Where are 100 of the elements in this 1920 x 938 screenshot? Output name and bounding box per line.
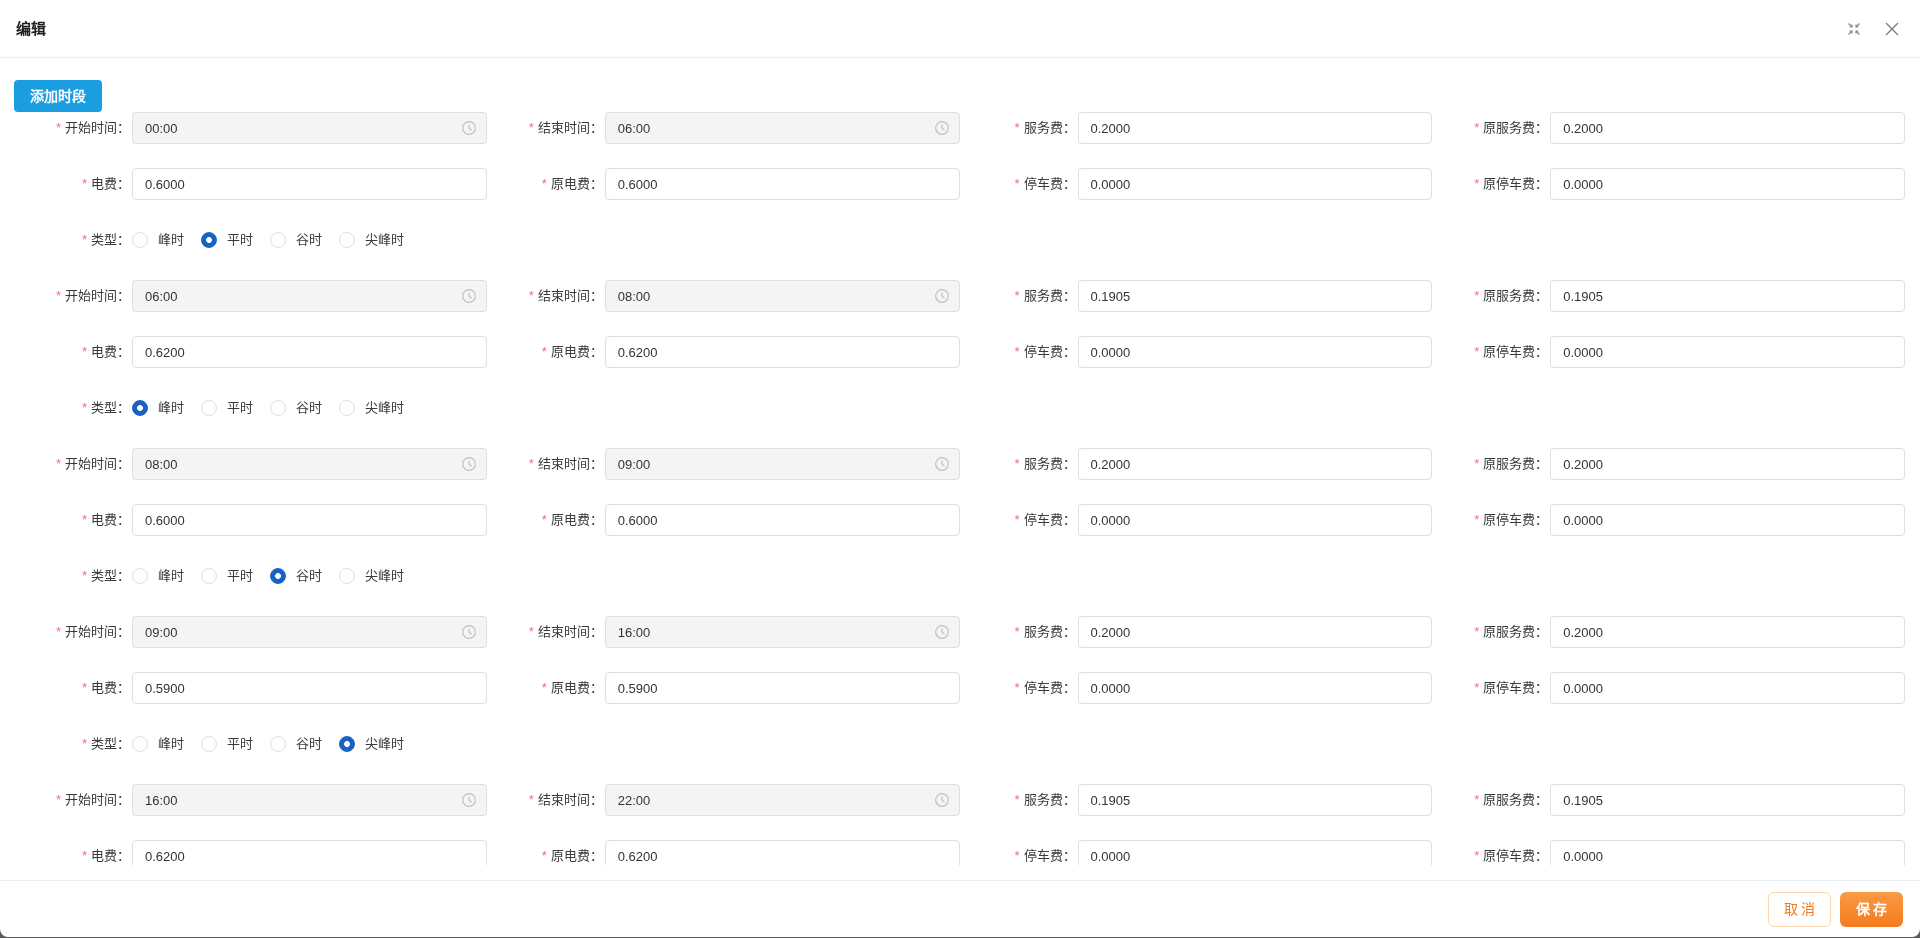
field-label: * 电费： (81, 680, 130, 697)
input-field[interactable]: 0.1905 (1550, 784, 1905, 816)
field-label: * 原电费： (541, 680, 603, 697)
field-label: * 原停车费： (1474, 344, 1549, 361)
field-label: * 服务费： (1014, 624, 1076, 641)
field-label: * 结束时间： (528, 792, 603, 809)
input-field[interactable]: 0.0000 (1077, 336, 1433, 368)
input-field[interactable]: 0.6000 (132, 168, 487, 200)
radio-label[interactable]: 尖峰时 (365, 398, 404, 418)
input-field[interactable]: 0.2000 (1550, 448, 1905, 480)
radio-label[interactable]: 尖峰时 (365, 230, 404, 250)
input-field[interactable]: 0.6200 (604, 336, 960, 368)
input-field[interactable]: 0.0000 (1550, 336, 1905, 368)
field-label: * 开始时间： (55, 792, 130, 809)
close-icon[interactable] (1885, 21, 1899, 36)
field-label: * 结束时间： (528, 120, 603, 137)
input-field[interactable]: 0.1905 (1077, 784, 1433, 816)
input-field[interactable]: 0.6000 (604, 168, 960, 200)
input-field[interactable]: 0.0000 (1077, 672, 1433, 704)
time-field[interactable]: 16:00 (604, 616, 960, 648)
time-field[interactable]: 22:00 (604, 784, 960, 816)
clock-icon (934, 289, 949, 303)
radio-label[interactable]: 谷时 (296, 230, 322, 250)
type-label: * 类型： (81, 568, 130, 585)
radio-label[interactable]: 平时 (227, 566, 253, 586)
field-label: * 服务费： (1014, 456, 1076, 473)
input-field[interactable]: 0.6200 (132, 840, 487, 865)
radio-label[interactable]: 峰时 (158, 734, 184, 754)
clock-icon (934, 625, 949, 639)
field-label: * 原电费： (541, 512, 603, 529)
field-label: * 停车费： (1014, 680, 1076, 697)
input-field[interactable]: 0.0000 (1550, 840, 1905, 865)
field-label: * 开始时间： (55, 288, 130, 305)
input-field[interactable]: 0.5900 (132, 672, 487, 704)
time-field[interactable]: 00:00 (132, 112, 487, 144)
input-field[interactable]: 0.1905 (1077, 280, 1433, 312)
input-field[interactable]: 0.2000 (1077, 448, 1433, 480)
field-label: * 服务费： (1014, 288, 1076, 305)
radio-label[interactable]: 峰时 (158, 230, 184, 250)
clock-icon (934, 793, 949, 807)
time-field[interactable]: 08:00 (604, 280, 960, 312)
input-field[interactable]: 0.0000 (1550, 504, 1905, 536)
time-field[interactable]: 06:00 (132, 280, 487, 312)
radio-label[interactable]: 平时 (227, 230, 253, 250)
input-field[interactable]: 0.5900 (604, 672, 960, 704)
radio-button[interactable] (339, 736, 355, 752)
radio-button[interactable] (270, 568, 286, 584)
radio-label[interactable]: 谷时 (296, 398, 322, 418)
field-label: * 电费： (81, 344, 130, 361)
field-label: * 原服务费： (1474, 792, 1549, 809)
input-field[interactable]: 0.0000 (1550, 672, 1905, 704)
dialog-title: 编辑 (16, 19, 46, 38)
input-field[interactable]: 0.0000 (1077, 168, 1433, 200)
input-field[interactable]: 0.1905 (1550, 280, 1905, 312)
radio-label[interactable]: 尖峰时 (365, 734, 404, 754)
time-field[interactable]: 08:00 (132, 448, 487, 480)
input-field[interactable]: 0.6000 (132, 504, 487, 536)
input-field[interactable]: 0.0000 (1077, 840, 1433, 865)
input-field[interactable]: 0.0000 (1550, 168, 1905, 200)
radio-label[interactable]: 峰时 (158, 398, 184, 418)
field-label: * 电费： (81, 848, 130, 865)
radio-label[interactable]: 平时 (227, 398, 253, 418)
time-field[interactable]: 09:00 (132, 616, 487, 648)
clock-icon (461, 625, 476, 639)
radio-label[interactable]: 尖峰时 (365, 566, 404, 586)
input-field[interactable]: 0.6000 (604, 504, 960, 536)
time-field[interactable]: 06:00 (604, 112, 960, 144)
input-field[interactable]: 0.2000 (1550, 616, 1905, 648)
field-label: * 停车费： (1014, 176, 1076, 193)
field-label: * 原停车费： (1474, 512, 1549, 529)
field-label: * 停车费： (1014, 848, 1076, 865)
field-label: * 原电费： (541, 176, 603, 193)
field-label: * 原服务费： (1474, 624, 1549, 641)
clock-icon (461, 121, 476, 135)
radio-label[interactable]: 平时 (227, 734, 253, 754)
input-field[interactable]: 0.2000 (1077, 616, 1433, 648)
time-field[interactable]: 09:00 (604, 448, 960, 480)
time-field[interactable]: 16:00 (132, 784, 487, 816)
field-label: * 电费： (81, 512, 130, 529)
field-label: * 服务费： (1014, 792, 1076, 809)
clock-icon (461, 457, 476, 471)
field-label: * 停车费： (1014, 512, 1076, 529)
field-label: * 原电费： (541, 848, 603, 865)
radio-label[interactable]: 谷时 (296, 734, 322, 754)
input-field[interactable]: 0.2000 (1077, 112, 1433, 144)
radio-label[interactable]: 谷时 (296, 566, 322, 586)
input-field[interactable]: 0.6200 (604, 840, 960, 865)
radio-button[interactable] (201, 232, 217, 248)
shrink-arrows-icon[interactable] (1847, 21, 1861, 36)
input-field[interactable]: 0.0000 (1077, 504, 1433, 536)
radio-label[interactable]: 峰时 (158, 566, 184, 586)
field-label: * 结束时间： (528, 456, 603, 473)
input-field[interactable]: 0.6200 (132, 336, 487, 368)
field-label: * 服务费： (1014, 120, 1076, 137)
field-label: * 开始时间： (55, 120, 130, 137)
input-field[interactable]: 0.2000 (1550, 112, 1905, 144)
field-label: * 原服务费： (1474, 120, 1549, 137)
field-label: * 原服务费： (1474, 456, 1549, 473)
clock-icon (461, 793, 476, 807)
radio-button[interactable] (132, 400, 148, 416)
